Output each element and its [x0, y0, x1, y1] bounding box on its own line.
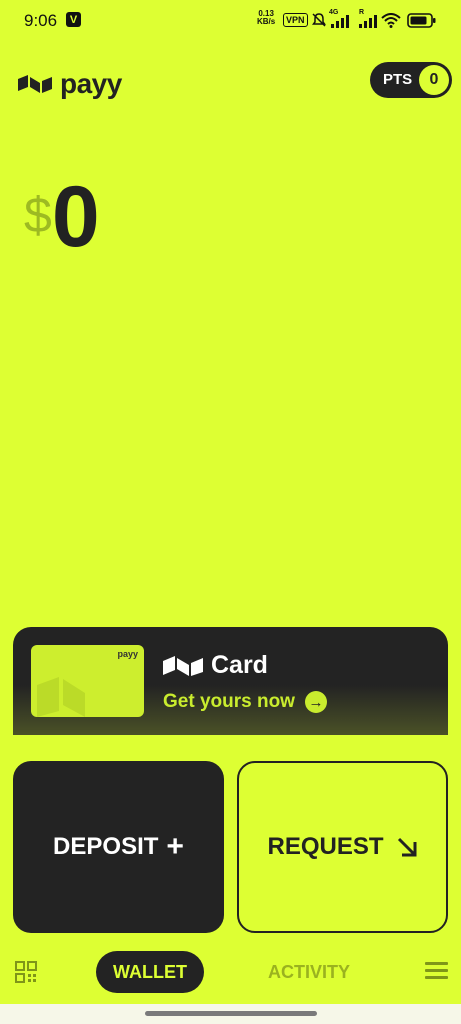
- promo-title: Card: [163, 651, 268, 680]
- arrow-down-right-icon: [397, 837, 416, 857]
- request-button[interactable]: REQUEST: [237, 761, 448, 933]
- network-speed-unit: KB/s: [257, 17, 276, 26]
- balance-currency: $: [24, 187, 52, 243]
- menu-icon[interactable]: [425, 962, 448, 980]
- notification-icon: V: [66, 12, 81, 27]
- status-time: 9:06: [24, 11, 58, 30]
- promo-cta[interactable]: Get yours now →: [163, 691, 327, 713]
- card-pattern-icon: [37, 677, 85, 717]
- arrow-right-icon: →: [304, 691, 327, 713]
- wifi-icon: [381, 13, 401, 28]
- points-value: 0: [419, 65, 449, 95]
- points-label: PTS: [383, 71, 413, 88]
- balance-amount: 0: [51, 169, 100, 265]
- home-indicator-bar: [0, 1004, 461, 1024]
- home-indicator[interactable]: [145, 1011, 317, 1016]
- app-logo: payy: [18, 68, 122, 100]
- deposit-label: DEPOSIT: [53, 833, 159, 860]
- points-button[interactable]: PTS 0: [370, 62, 452, 98]
- balance-display: $ 0: [24, 172, 100, 262]
- network-speed: 0.13 KB/s: [257, 10, 275, 26]
- qr-code-icon[interactable]: [15, 961, 37, 983]
- status-bar: 9:06 V 0.13 KB/s VPN 4G R: [0, 0, 461, 42]
- signal-2-icon: [359, 15, 377, 28]
- request-label: REQUEST: [267, 833, 384, 860]
- payy-logo-icon: [163, 655, 203, 676]
- promo-title-text: Card: [211, 651, 268, 679]
- vpn-badge: VPN: [283, 13, 308, 27]
- battery-icon: [407, 13, 436, 28]
- tab-wallet[interactable]: WALLET: [96, 951, 204, 993]
- promo-cta-text: Get yours now: [163, 691, 295, 712]
- payy-logo-icon: [18, 75, 52, 93]
- tab-activity[interactable]: ACTIVITY: [268, 962, 350, 983]
- bell-muted-icon: [312, 13, 326, 27]
- deposit-button[interactable]: DEPOSIT +: [13, 761, 224, 933]
- card-thumbnail-logo: payy: [117, 649, 138, 659]
- logo-wordmark: payy: [60, 68, 122, 99]
- plus-icon: +: [166, 830, 184, 863]
- card-thumbnail: payy: [31, 645, 144, 717]
- signal-icon: [331, 15, 349, 28]
